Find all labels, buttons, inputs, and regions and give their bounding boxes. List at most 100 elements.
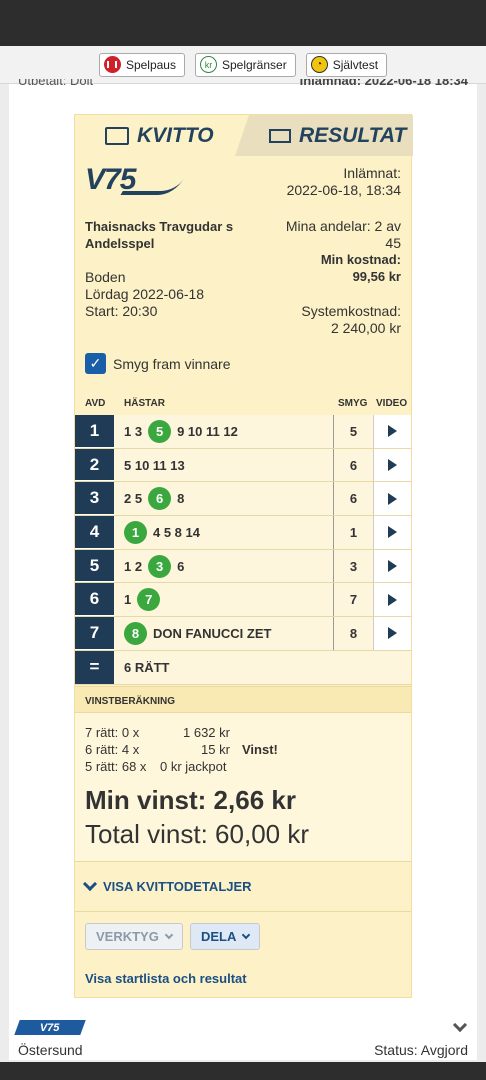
calc-7-right: 1 632 kr [183,725,230,740]
calc-7-left: 7 rätt: 0 x [85,725,140,740]
summary-symbol: = [75,650,114,684]
smyg-value: 1 [333,516,373,549]
calc-5-left: 5 rätt: 68 x [85,759,147,774]
receipt: KVITTO RESULTAT V75 Inlämnat: 2022-06-18… [74,114,413,998]
winner-badge: 5 [148,419,172,443]
summary-row: = 6 RÄTT [75,650,411,685]
spelgranser-button[interactable]: kr Spelgränser [194,52,296,77]
winner-badge: 8 [124,621,147,645]
visa-kvittodetaljer-toggle[interactable]: VISA KVITTODETALJER [75,861,411,912]
podium-icon [269,128,291,143]
race-rows: 1 1 3 5 9 10 11 12 5 2 5 10 11 13 6 3 2 … [75,415,411,685]
inlamnat-label: Inlämnat: [343,165,401,181]
startlista-link[interactable]: Visa startlista och resultat [85,971,247,986]
smyg-checkbox[interactable]: ✓ [85,353,106,374]
dela-dropdown[interactable]: DELA [190,923,261,950]
verktyg-dropdown[interactable]: VERKTYG [85,923,183,950]
smyg-value: 7 [333,583,373,617]
tab-resultat-label: RESULTAT [299,123,407,147]
calc-6-right: 15 kr [201,742,230,757]
video-play-button[interactable] [373,415,411,448]
visa-kvittodetaljer-label: VISA KVITTODETALJER [103,879,252,894]
share-name-line2: Andelsspel [85,236,155,251]
receipt-tabs: KVITTO RESULTAT [75,115,413,156]
status-bar [0,0,486,46]
avd-number: 4 [75,516,114,549]
smyg-value: 6 [333,482,373,516]
header-avd: AVD [85,398,106,409]
pause-icon [103,56,121,73]
calc-6-flag: Vinst! [242,742,278,757]
header-hastar: HÄSTAR [124,398,165,409]
bottom-track: Östersund [18,1042,83,1058]
avd-number: 5 [75,549,114,583]
ticket-icon [105,126,129,145]
kostnad-label: Min kostnad: [320,252,401,267]
smyg-value: 3 [333,549,373,583]
horse-selections: 5 10 11 13 [124,457,185,473]
gauge-icon: ◔ [310,56,328,73]
video-play-button[interactable] [373,617,411,650]
chevron-down-icon[interactable] [452,1017,468,1033]
tab-kvitto-label: KVITTO [137,123,214,147]
calc-5-right: 0 kr jackpot [160,759,227,774]
chevron-down-icon [164,930,174,940]
bottom-status: Status: Avgjord [374,1042,468,1058]
horse-selections: 8 DON FANUCCI ZET [124,617,271,650]
avd-number: 3 [75,482,114,516]
avd-number: 7 [75,617,114,650]
limit-icon: kr [199,56,217,73]
next-receipt-card[interactable]: V75 Östersund Status: Avgjord [9,1008,477,1060]
dela-label: DELA [201,929,237,944]
horse-selections: 1 2 3 6 [124,550,184,583]
min-vinst: Min vinst: 2,66 kr [85,785,296,815]
spelpaus-button[interactable]: Spelpaus [98,52,185,77]
play-icon [388,526,397,539]
smyg-value: 6 [333,448,373,482]
total-vinst: Total vinst: 60,00 kr [85,819,309,849]
win-calculation: 7 rätt: 0 x 1 632 kr 6 rätt: 4 x 15 kr V… [75,713,411,861]
smyg-value: 5 [333,415,373,448]
cutoff-header: Utbetalt: Doit Inlämnad: 2022-06-18 18:3… [0,79,486,93]
play-icon [388,560,397,573]
kostnad-value: 99,56 kr [352,269,401,284]
cutoff-left-text: Utbetalt: Doit [18,79,94,88]
video-play-button[interactable] [373,448,411,482]
play-icon [388,425,397,438]
sjalvtest-label: Självtest [332,57,379,72]
play-icon [388,459,397,472]
chevron-down-icon [82,876,98,892]
video-play-button[interactable] [373,549,411,583]
sjalvtest-button[interactable]: ◔ Självtest [305,52,388,77]
spelgranser-label: Spelgränser [221,57,287,72]
andelar-line2: 45 [385,235,401,251]
v75-logo-swoosh [120,179,184,195]
avd-number: 6 [75,583,114,617]
horse-selections: 1 3 5 9 10 11 12 [124,415,238,448]
track-name: Boden [85,269,126,285]
video-play-button[interactable] [373,516,411,549]
winner-badge: 7 [137,588,161,612]
horse-selections: 1 7 [124,583,161,616]
horse-selections: 2 5 6 8 [124,482,184,515]
header-smyg: SMYG [338,398,368,409]
avd-number: 2 [75,448,114,482]
tab-resultat[interactable]: RESULTAT [235,115,413,156]
inlamnat-value: 2022-06-18, 18:34 [286,182,401,198]
tab-kvitto[interactable]: KVITTO [75,115,243,156]
race-row: 7 8 DON FANUCCI ZET 8 [75,617,411,651]
systemkostnad-label: Systemkostnad: [301,303,401,319]
video-play-button[interactable] [373,482,411,516]
v75-badge-label: V75 [40,1021,60,1034]
smyg-value: 8 [333,617,373,650]
v75-badge: V75 [14,1020,86,1035]
share-name-line1: Thaisnacks Travgudar s [85,219,234,234]
systemkostnad-value: 2 240,00 kr [330,320,401,336]
race-row: 4 1 4 5 8 14 1 [75,516,411,550]
video-play-button[interactable] [373,583,411,617]
header-video: VIDEO [376,398,408,409]
chevron-down-icon [242,930,251,940]
verktyg-label: VERKTYG [96,929,159,944]
race-row: 5 1 2 3 6 3 [75,549,411,584]
play-icon [388,627,397,640]
